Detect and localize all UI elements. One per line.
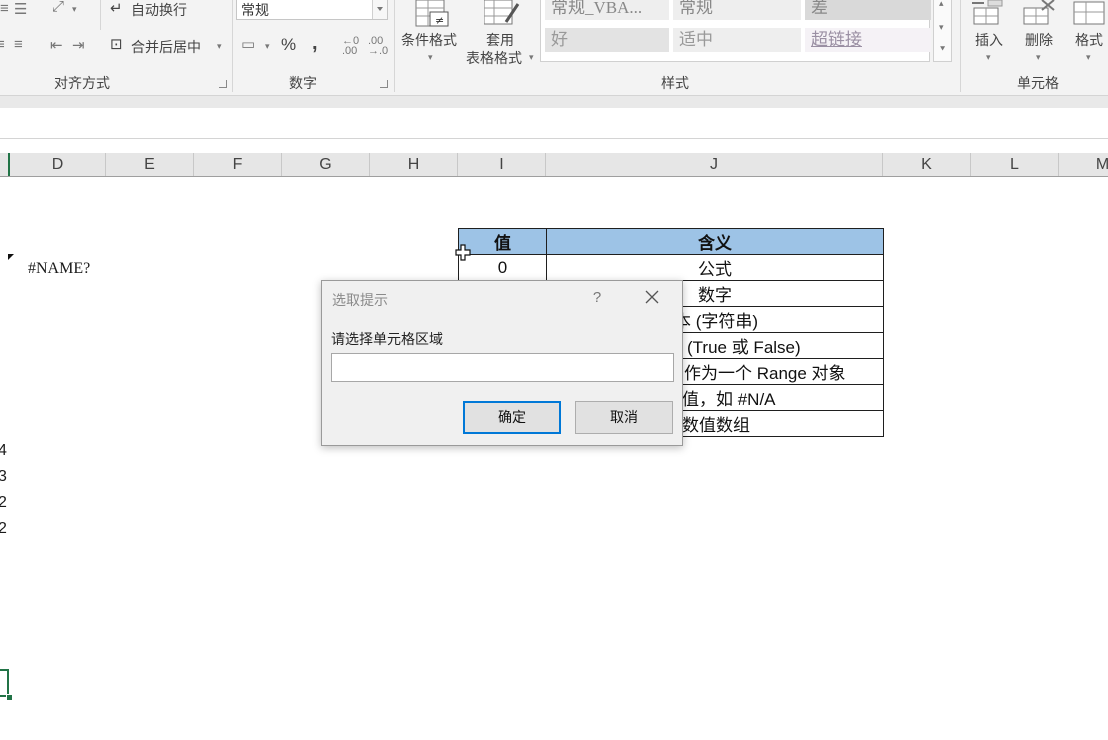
error-indicator-icon[interactable] <box>8 254 16 262</box>
insert-button[interactable]: 插入 <box>975 30 1003 50</box>
formula-bar[interactable] <box>0 108 1108 139</box>
align-lines-icon[interactable]: ☰ <box>14 0 27 18</box>
conditional-format-icon[interactable]: ≠ <box>414 0 450 28</box>
decrease-decimal-icon[interactable]: .00 →.0 <box>368 36 388 57</box>
chevron-down-icon[interactable]: ▾ <box>265 41 270 52</box>
chevron-down-icon[interactable]: ▾ <box>1036 52 1041 63</box>
format-button[interactable]: 格式 <box>1075 30 1103 50</box>
chevron-down-icon[interactable] <box>372 0 387 19</box>
delete-cells-icon[interactable] <box>1022 0 1056 26</box>
gallery-more-icon[interactable]: ⯆ <box>939 44 946 55</box>
move-cursor-icon <box>455 244 471 261</box>
svg-text:≠: ≠ <box>435 14 444 27</box>
style-good[interactable]: 好 <box>545 28 669 52</box>
conditional-format-button[interactable]: 条件格式 <box>401 30 457 50</box>
chevron-down-icon[interactable]: ▾ <box>529 52 534 63</box>
table-header-row: 值 含义 <box>458 228 884 255</box>
chevron-down-icon[interactable]: ▾ <box>217 41 222 52</box>
gallery-scrollbar[interactable]: ▴ ▾ ⯆ <box>933 0 952 62</box>
column-header-l[interactable]: L <box>971 153 1059 176</box>
cell-name-error[interactable]: #NAME? <box>28 260 90 278</box>
alignment-group-label: 对齐方式 <box>54 75 110 91</box>
column-header-k[interactable]: K <box>883 153 971 176</box>
ribbon-spacer <box>0 96 1108 108</box>
divider <box>100 0 101 30</box>
column-header-e[interactable]: E <box>106 153 194 176</box>
cell-partial-value[interactable]: 4 <box>0 442 7 460</box>
column-header-d[interactable]: D <box>10 153 106 176</box>
percent-button[interactable]: % <box>281 35 296 55</box>
cancel-button[interactable]: 取消 <box>575 401 673 434</box>
column-header-f[interactable]: F <box>194 153 282 176</box>
number-group-label: 数字 <box>289 75 317 91</box>
align-bottom-icon[interactable]: ≡ <box>0 0 9 17</box>
merge-center-button[interactable]: 合并后居中 <box>131 37 201 57</box>
table-format-button[interactable]: 套用 <box>486 30 514 50</box>
style-bad[interactable]: 差 <box>805 0 931 20</box>
table-row: 0 公式 <box>458 254 884 281</box>
cell-partial-value[interactable]: 3 <box>0 468 7 486</box>
table-format-button-line2[interactable]: 表格格式 <box>466 48 522 68</box>
number-format-select[interactable]: 常规 <box>236 0 388 20</box>
scroll-up-icon[interactable]: ▴ <box>939 0 944 9</box>
range-input[interactable] <box>331 353 674 382</box>
group-divider <box>232 0 233 92</box>
currency-icon[interactable]: ▭ <box>241 35 255 53</box>
column-header-h[interactable]: H <box>370 153 458 176</box>
column-header-m[interactable]: M <box>1059 153 1108 176</box>
ribbon: ≡ ☰ ⤢ ▾ ↵ 自动换行 ≡ ≡ ⇤ ⇥ ⊡ 合并后居中 ▾ 对齐方式 常规… <box>0 0 1108 95</box>
style-normal[interactable]: 常规 <box>673 0 801 20</box>
select-range-dialog: 选取提示 ? 请选择单元格区域 确定 取消 <box>321 280 683 446</box>
style-normal-vba[interactable]: 常规_VBA... <box>545 0 669 20</box>
help-button[interactable]: ? <box>590 289 604 306</box>
active-cell-selection[interactable] <box>0 669 9 697</box>
column-header-j[interactable]: J <box>546 153 883 176</box>
column-header-i[interactable]: I <box>458 153 546 176</box>
wrap-text-button[interactable]: 自动换行 <box>131 0 187 20</box>
chevron-down-icon[interactable]: ▾ <box>986 52 991 63</box>
align-justify-icon[interactable]: ≡ <box>14 36 23 53</box>
chevron-down-icon[interactable]: ▾ <box>1086 52 1091 63</box>
wrap-text-icon[interactable]: ↵ <box>110 0 123 17</box>
cell-styles-gallery: 常规_VBA... 常规 差 好 适中 超链接 <box>540 0 931 62</box>
dialog-prompt-label: 请选择单元格区域 <box>331 331 443 347</box>
table-cell-meaning[interactable]: 公式 <box>546 254 884 281</box>
decrease-indent-icon[interactable]: ⇤ <box>50 36 63 54</box>
dialog-launcher-icon[interactable] <box>380 80 388 88</box>
close-icon[interactable] <box>642 287 662 307</box>
number-format-value: 常规 <box>241 2 269 18</box>
merge-center-icon[interactable]: ⊡ <box>110 35 123 53</box>
style-neutral[interactable]: 适中 <box>673 28 801 52</box>
cells-group-label: 单元格 <box>1017 75 1059 91</box>
dialog-launcher-icon[interactable] <box>219 80 227 88</box>
cell-partial-value[interactable]: 2 <box>0 520 7 538</box>
table-header-value[interactable]: 值 <box>458 228 547 255</box>
align-right-icon[interactable]: ≡ <box>0 36 5 53</box>
cell-partial-value[interactable]: 2 <box>0 494 7 512</box>
fill-handle[interactable] <box>6 694 13 701</box>
format-cells-icon[interactable] <box>1072 0 1108 26</box>
style-hyperlink[interactable]: 超链接 <box>805 28 931 52</box>
insert-cells-icon[interactable] <box>970 0 1004 26</box>
ok-button[interactable]: 确定 <box>463 401 561 434</box>
column-header-partial[interactable] <box>0 153 10 176</box>
increase-decimal-icon[interactable]: ←0.00 <box>342 36 359 57</box>
dialog-title: 选取提示 <box>332 292 388 308</box>
scroll-down-icon[interactable]: ▾ <box>939 22 944 33</box>
text-orientation-icon[interactable]: ⤢ <box>52 0 64 15</box>
column-headers: D E F G H I J K L M <box>0 153 1108 177</box>
group-divider <box>394 0 395 92</box>
table-header-meaning[interactable]: 含义 <box>546 228 884 255</box>
chevron-down-icon[interactable]: ▾ <box>428 52 433 63</box>
delete-button[interactable]: 删除 <box>1025 30 1053 50</box>
styles-group-label: 样式 <box>661 75 689 91</box>
table-cell-value[interactable]: 0 <box>458 254 547 281</box>
comma-button[interactable]: , <box>312 32 318 55</box>
column-header-g[interactable]: G <box>282 153 370 176</box>
table-format-icon[interactable] <box>484 0 520 28</box>
formula-spacer <box>0 139 1108 153</box>
increase-indent-icon[interactable]: ⇥ <box>72 36 85 54</box>
group-divider <box>960 0 961 92</box>
chevron-down-icon[interactable]: ▾ <box>72 4 77 15</box>
